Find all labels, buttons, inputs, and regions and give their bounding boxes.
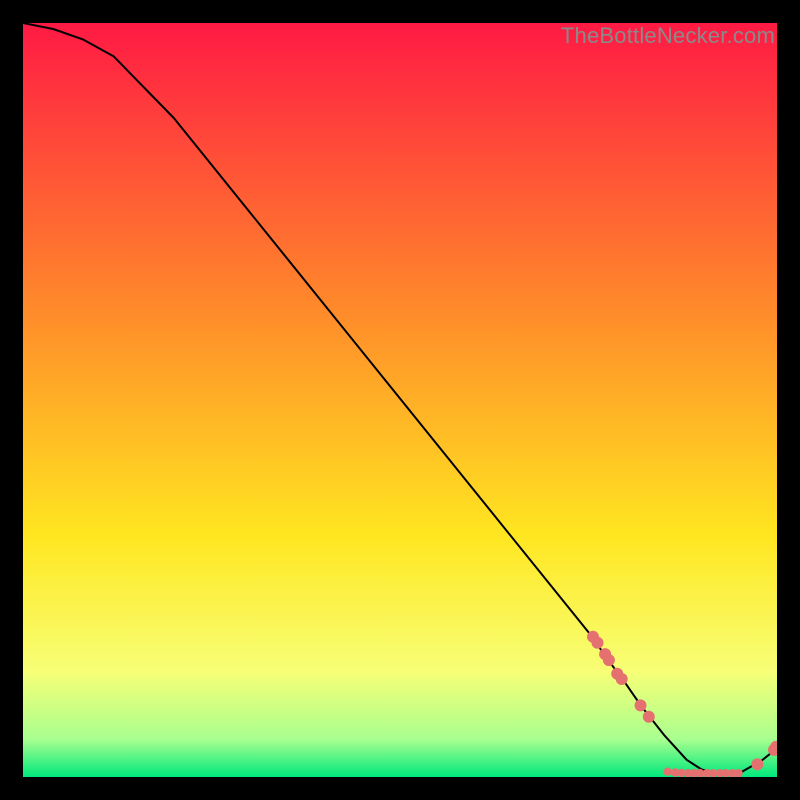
watermark-text: TheBottleNecker.com <box>561 23 775 49</box>
data-marker <box>592 637 604 649</box>
data-marker <box>664 768 672 776</box>
data-marker <box>603 654 615 666</box>
chart-frame: TheBottleNecker.com <box>23 23 777 777</box>
data-marker <box>635 699 647 711</box>
data-marker <box>643 711 655 723</box>
data-marker <box>616 673 628 685</box>
data-marker <box>751 758 763 770</box>
chart-svg <box>23 23 777 777</box>
